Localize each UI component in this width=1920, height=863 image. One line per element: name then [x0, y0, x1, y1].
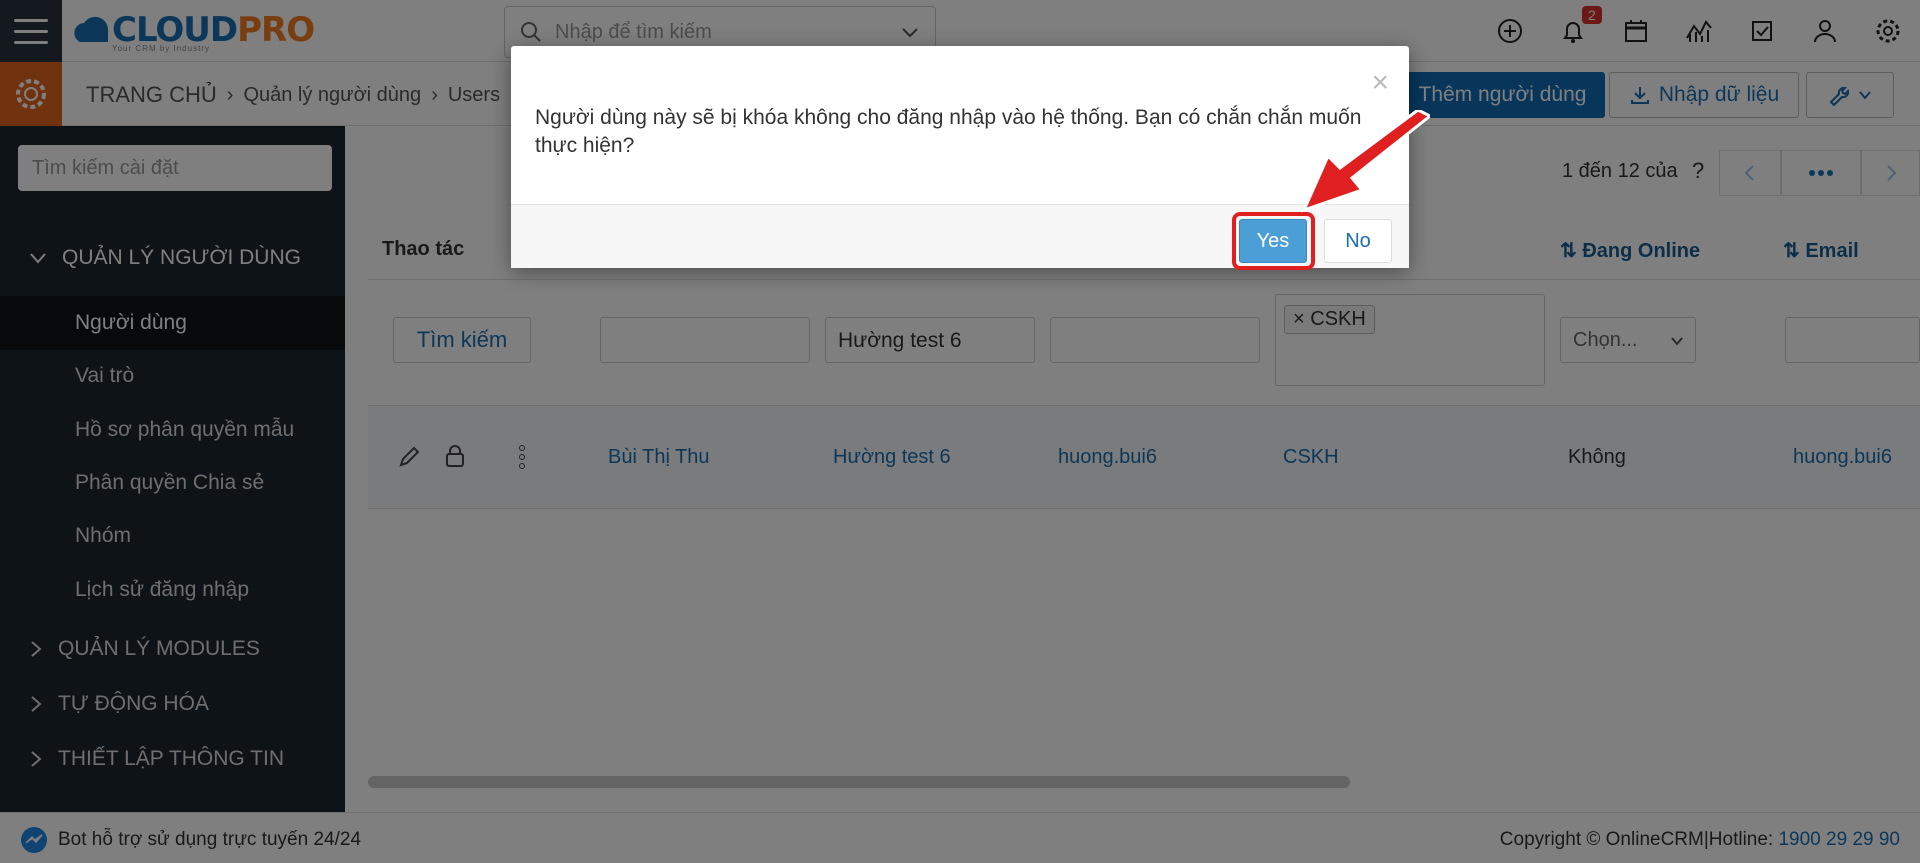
yes-button[interactable]: Yes [1239, 219, 1307, 263]
close-icon[interactable]: × [1371, 68, 1389, 98]
no-button[interactable]: No [1324, 219, 1392, 263]
dialog-footer: Yes No [511, 204, 1409, 270]
confirm-dialog: × Người dùng này sẽ bị khóa không cho đă… [511, 46, 1409, 270]
red-arrow-icon [1301, 110, 1430, 213]
dialog-message: Người dùng này sẽ bị khóa không cho đăng… [535, 106, 1362, 157]
